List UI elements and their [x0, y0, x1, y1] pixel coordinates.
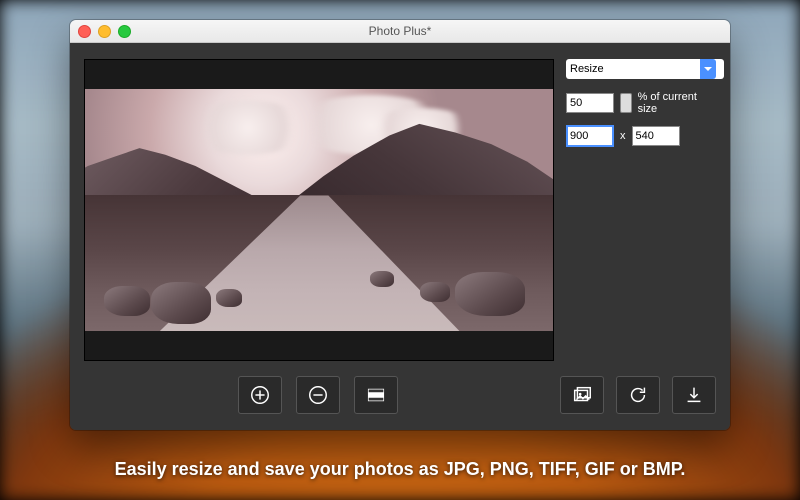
photo-rock: [216, 289, 242, 307]
percent-label: % of current size: [638, 91, 716, 115]
photo-rock: [151, 282, 211, 324]
bottom-toolbar-left: [84, 373, 552, 417]
width-input[interactable]: [566, 125, 614, 147]
rotate-icon: [627, 384, 649, 406]
window-title: Photo Plus*: [70, 24, 730, 38]
gallery-icon: [571, 384, 593, 406]
plus-circle-icon: [249, 384, 271, 406]
download-button[interactable]: [672, 376, 716, 414]
photo-preview-frame: [84, 59, 554, 361]
download-icon: [683, 384, 705, 406]
chevron-down-icon[interactable]: [700, 59, 716, 79]
minus-circle-icon: [307, 384, 329, 406]
marketing-caption: Easily resize and save your photos as JP…: [0, 459, 800, 480]
photo-rock: [370, 271, 394, 287]
bottom-toolbar-right: [560, 373, 716, 417]
dimensions-row: x: [566, 125, 716, 147]
percent-row: % of current size: [566, 91, 716, 115]
titlebar[interactable]: Photo Plus*: [70, 20, 730, 43]
rotate-button[interactable]: [616, 376, 660, 414]
photo-rock: [455, 272, 525, 316]
photo-rock: [104, 286, 150, 316]
photo-rock: [420, 282, 450, 302]
zoom-out-button[interactable]: [296, 376, 340, 414]
x-label: x: [620, 130, 626, 142]
fit-button[interactable]: [354, 376, 398, 414]
percent-input[interactable]: [566, 93, 614, 113]
gallery-button[interactable]: [560, 376, 604, 414]
fit-screen-icon: [365, 384, 387, 406]
zoom-in-button[interactable]: [238, 376, 282, 414]
operation-select-wrap[interactable]: [566, 59, 716, 79]
percent-stepper[interactable]: [620, 93, 632, 113]
resize-panel: % of current size x: [566, 59, 716, 157]
height-input[interactable]: [632, 126, 680, 146]
window-body: % of current size x: [70, 43, 730, 430]
app-window: Photo Plus*: [70, 20, 730, 430]
photo-preview[interactable]: [85, 89, 553, 331]
